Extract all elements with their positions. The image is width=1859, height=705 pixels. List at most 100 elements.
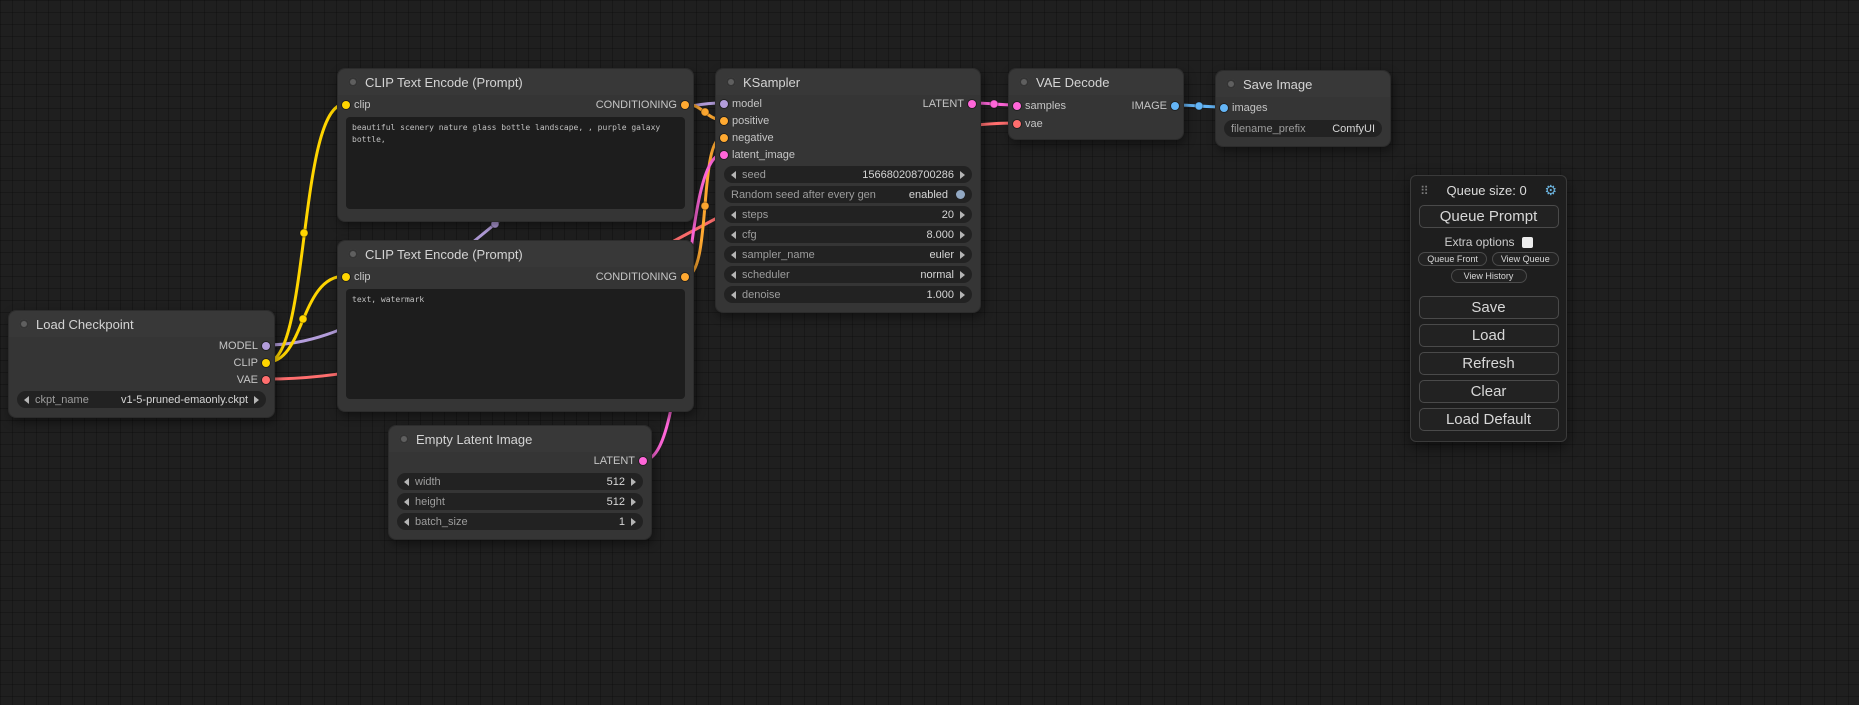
- decrement-arrow-icon[interactable]: [731, 271, 736, 279]
- clear-button[interactable]: Clear: [1419, 380, 1559, 403]
- decrement-arrow-icon[interactable]: [731, 291, 736, 299]
- vae-input-port[interactable]: [1013, 120, 1021, 128]
- image-output-port[interactable]: [1171, 102, 1179, 110]
- node-header[interactable]: Empty Latent Image: [389, 426, 651, 452]
- link-midpoint-dot: [701, 202, 709, 210]
- node-save-image[interactable]: Save Image images filename_prefix ComfyU…: [1215, 70, 1391, 147]
- increment-arrow-icon[interactable]: [960, 211, 965, 219]
- conditioning-output-port[interactable]: [681, 101, 689, 109]
- latent-output-port[interactable]: [968, 100, 976, 108]
- node-header[interactable]: VAE Decode: [1009, 69, 1183, 95]
- output-slot-label-conditioning: CONDITIONING: [596, 271, 677, 283]
- drag-handle-icon[interactable]: ⠿: [1420, 184, 1429, 198]
- decrement-arrow-icon[interactable]: [24, 396, 29, 404]
- increment-arrow-icon[interactable]: [960, 291, 965, 299]
- batch-size-widget[interactable]: batch_size 1: [397, 513, 643, 530]
- queue-size-label: Queue size: 0: [1435, 183, 1539, 198]
- collapse-toggle-icon[interactable]: [399, 434, 409, 444]
- widget-value: 156680208700286: [862, 169, 954, 181]
- clip-output-port[interactable]: [262, 359, 270, 367]
- node-title: Empty Latent Image: [416, 432, 532, 447]
- positive-input-port[interactable]: [720, 117, 728, 125]
- latent-output-port[interactable]: [639, 457, 647, 465]
- collapse-toggle-icon[interactable]: [348, 77, 358, 87]
- view-history-button[interactable]: View History: [1451, 269, 1527, 283]
- refresh-button[interactable]: Refresh: [1419, 352, 1559, 375]
- increment-arrow-icon[interactable]: [960, 271, 965, 279]
- increment-arrow-icon[interactable]: [960, 171, 965, 179]
- images-input-port[interactable]: [1220, 104, 1228, 112]
- output-slot-label-clip: CLIP: [234, 357, 258, 369]
- samples-input-port[interactable]: [1013, 102, 1021, 110]
- widget-value: 20: [942, 209, 954, 221]
- node-graph-canvas[interactable]: Load Checkpoint MODEL CLIP VAE ckpt_name…: [0, 0, 1859, 705]
- node-header[interactable]: Load Checkpoint: [9, 311, 274, 337]
- clip-input-port[interactable]: [342, 273, 350, 281]
- queue-panel-header[interactable]: ⠿ Queue size: 0 ⚙: [1411, 179, 1566, 200]
- model-input-port[interactable]: [720, 100, 728, 108]
- seed-widget[interactable]: seed 156680208700286: [724, 166, 972, 183]
- decrement-arrow-icon[interactable]: [731, 251, 736, 259]
- node-clip-text-encode-positive[interactable]: CLIP Text Encode (Prompt) clip CONDITION…: [337, 68, 694, 222]
- settings-gear-icon[interactable]: ⚙: [1544, 182, 1557, 199]
- model-output-port[interactable]: [262, 342, 270, 350]
- widget-label: steps: [742, 209, 768, 221]
- increment-arrow-icon[interactable]: [631, 478, 636, 486]
- random-seed-toggle[interactable]: Random seed after every gen enabled: [724, 186, 972, 203]
- node-header[interactable]: CLIP Text Encode (Prompt): [338, 69, 693, 95]
- input-slot-label-model: model: [732, 98, 762, 110]
- decrement-arrow-icon[interactable]: [404, 518, 409, 526]
- decrement-arrow-icon[interactable]: [731, 211, 736, 219]
- decrement-arrow-icon[interactable]: [731, 171, 736, 179]
- node-header[interactable]: KSampler: [716, 69, 980, 95]
- collapse-toggle-icon[interactable]: [348, 249, 358, 259]
- node-clip-text-encode-negative[interactable]: CLIP Text Encode (Prompt) clip CONDITION…: [337, 240, 694, 412]
- increment-arrow-icon[interactable]: [631, 518, 636, 526]
- node-empty-latent-image[interactable]: Empty Latent Image LATENT width 512 heig…: [388, 425, 652, 540]
- queue-prompt-button[interactable]: Queue Prompt: [1419, 205, 1559, 228]
- conditioning-output-port[interactable]: [681, 273, 689, 281]
- negative-input-port[interactable]: [720, 134, 728, 142]
- vae-output-port[interactable]: [262, 376, 270, 384]
- save-button[interactable]: Save: [1419, 296, 1559, 319]
- node-load-checkpoint[interactable]: Load Checkpoint MODEL CLIP VAE ckpt_name…: [8, 310, 275, 418]
- cfg-widget[interactable]: cfg 8.000: [724, 226, 972, 243]
- prompt-textarea[interactable]: beautiful scenery nature glass bottle la…: [346, 117, 685, 209]
- decrement-arrow-icon[interactable]: [404, 478, 409, 486]
- clip-input-port[interactable]: [342, 101, 350, 109]
- node-header[interactable]: Save Image: [1216, 71, 1390, 97]
- width-widget[interactable]: width 512: [397, 473, 643, 490]
- widget-value: 1.000: [926, 289, 954, 301]
- increment-arrow-icon[interactable]: [960, 251, 965, 259]
- increment-arrow-icon[interactable]: [960, 231, 965, 239]
- extra-options-checkbox[interactable]: [1522, 237, 1533, 248]
- ckpt-name-widget[interactable]: ckpt_name v1-5-pruned-emaonly.ckpt: [17, 391, 266, 408]
- output-slot-label-image: IMAGE: [1132, 100, 1167, 112]
- latent-image-input-port[interactable]: [720, 151, 728, 159]
- node-title: CLIP Text Encode (Prompt): [365, 247, 523, 262]
- queue-panel[interactable]: ⠿ Queue size: 0 ⚙ Queue Prompt Extra opt…: [1410, 175, 1567, 442]
- height-widget[interactable]: height 512: [397, 493, 643, 510]
- link-midpoint-dot: [299, 315, 307, 323]
- prompt-textarea[interactable]: text, watermark: [346, 289, 685, 399]
- decrement-arrow-icon[interactable]: [731, 231, 736, 239]
- collapse-toggle-icon[interactable]: [726, 77, 736, 87]
- queue-front-button[interactable]: Queue Front: [1418, 252, 1487, 266]
- increment-arrow-icon[interactable]: [254, 396, 259, 404]
- steps-widget[interactable]: steps 20: [724, 206, 972, 223]
- collapse-toggle-icon[interactable]: [1019, 77, 1029, 87]
- view-queue-button[interactable]: View Queue: [1492, 252, 1559, 266]
- collapse-toggle-icon[interactable]: [1226, 79, 1236, 89]
- collapse-toggle-icon[interactable]: [19, 319, 29, 329]
- node-vae-decode[interactable]: VAE Decode samples IMAGE vae: [1008, 68, 1184, 140]
- sampler-name-widget[interactable]: sampler_name euler: [724, 246, 972, 263]
- node-header[interactable]: CLIP Text Encode (Prompt): [338, 241, 693, 267]
- filename-prefix-widget[interactable]: filename_prefix ComfyUI: [1224, 120, 1382, 137]
- denoise-widget[interactable]: denoise 1.000: [724, 286, 972, 303]
- load-button[interactable]: Load: [1419, 324, 1559, 347]
- increment-arrow-icon[interactable]: [631, 498, 636, 506]
- load-default-button[interactable]: Load Default: [1419, 408, 1559, 431]
- node-ksampler[interactable]: KSampler model LATENT positive negative …: [715, 68, 981, 313]
- scheduler-widget[interactable]: scheduler normal: [724, 266, 972, 283]
- decrement-arrow-icon[interactable]: [404, 498, 409, 506]
